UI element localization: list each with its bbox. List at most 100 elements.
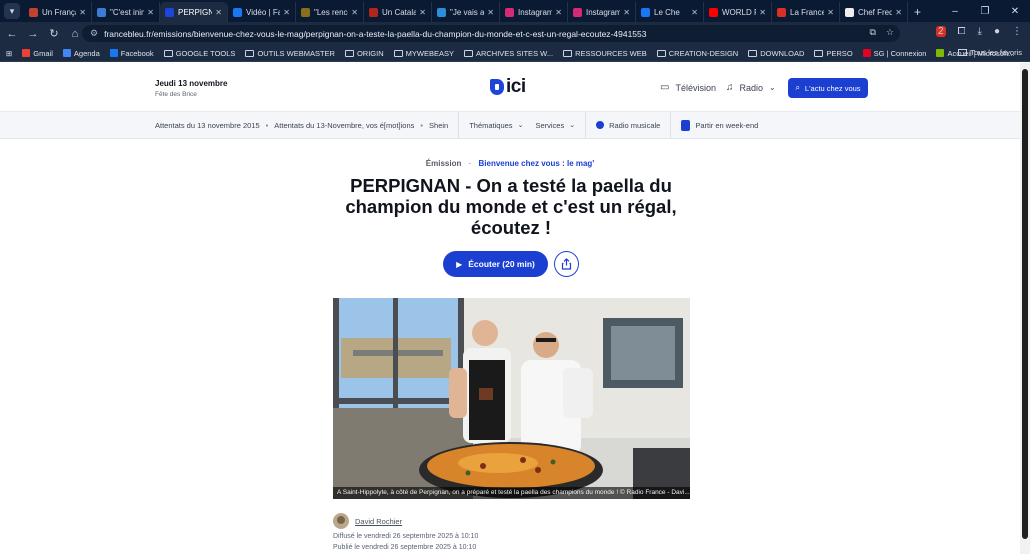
browser-tab[interactable]: Vidéo | Fa ✕ bbox=[228, 2, 296, 22]
extension-icon[interactable]: 2 bbox=[924, 26, 946, 37]
bookmark-item[interactable]: ORIGIN bbox=[344, 49, 384, 58]
browser-tab[interactable]: Chef Fredi ✕ bbox=[840, 2, 908, 22]
folder-icon bbox=[563, 49, 573, 57]
chevron-down-icon: ⌄ bbox=[517, 122, 524, 129]
bookmark-star-icon[interactable]: ☆ bbox=[886, 27, 894, 38]
tab-close-icon[interactable]: ✕ bbox=[623, 8, 630, 17]
bookmark-item[interactable]: GOOGLE TOOLS bbox=[163, 49, 235, 58]
browser-tab[interactable]: Le Che ✕ bbox=[636, 2, 704, 22]
tab-close-icon[interactable]: ✕ bbox=[487, 8, 494, 17]
bookmark-item[interactable]: MYWEBEASY bbox=[393, 49, 454, 58]
tv-link[interactable]: ▭ Télévision bbox=[660, 82, 716, 93]
bookmark-item[interactable]: Facebook bbox=[109, 49, 154, 58]
bookmark-item[interactable]: DOWNLOAD bbox=[748, 49, 804, 58]
install-app-icon[interactable]: ⧉ bbox=[869, 27, 875, 38]
tab-search-button[interactable]: ▾ bbox=[4, 3, 20, 19]
radio-musicale-label: Radio musicale bbox=[609, 120, 661, 130]
browser-tab[interactable]: La France ✕ bbox=[772, 2, 840, 22]
bookmark-item[interactable]: RESSOURCES WEB bbox=[563, 49, 647, 58]
browser-tab[interactable]: "C'est inim ✕ bbox=[92, 2, 160, 22]
thematiques-dropdown[interactable]: Thématiques ⌄ bbox=[469, 121, 523, 130]
cta-label: L'actu chez vous bbox=[804, 83, 861, 93]
author-name[interactable]: David Rochier bbox=[355, 517, 402, 526]
tab-close-icon[interactable]: ✕ bbox=[555, 8, 562, 17]
tab-close-icon[interactable]: ✕ bbox=[759, 8, 766, 17]
header-date: Jeudi 13 novembre bbox=[155, 79, 228, 88]
search-icon: ⌕ bbox=[795, 83, 800, 92]
bookmark-item[interactable]: Gmail bbox=[22, 49, 53, 58]
tab-close-icon[interactable]: ✕ bbox=[419, 8, 426, 17]
browser-tab[interactable]: "Je vais aj ✕ bbox=[432, 2, 500, 22]
show-link[interactable]: Bienvenue chez vous : le mag' bbox=[479, 159, 595, 168]
subnav-link-shein[interactable]: Shein bbox=[429, 121, 448, 130]
bookmark-item[interactable]: ARCHIVES SITES W... bbox=[463, 49, 553, 58]
tab-close-icon[interactable]: ✕ bbox=[283, 8, 290, 17]
tab-close-icon[interactable]: ✕ bbox=[215, 8, 222, 17]
services-dropdown[interactable]: Services ⌄ bbox=[535, 121, 575, 130]
folder-icon bbox=[393, 49, 403, 57]
reload-icon[interactable]: ↻ bbox=[45, 27, 63, 40]
new-tab-button[interactable]: + bbox=[914, 5, 921, 19]
address-bar[interactable]: ⚙ francebleu.fr/emissions/bienvenue-chez… bbox=[82, 25, 900, 42]
tab-close-icon[interactable]: ✕ bbox=[351, 8, 358, 17]
browser-tab[interactable]: PERPIGNA✕ bbox=[160, 2, 228, 22]
chevron-down-icon: ⌄ bbox=[769, 83, 776, 92]
broadcast-date: Diffusé le vendredi 26 septembre 2025 à … bbox=[333, 533, 479, 540]
bookmark-item[interactable]: SG | Connexion bbox=[862, 49, 926, 58]
ici-logo[interactable]: ici bbox=[490, 76, 526, 98]
chevron-down-icon: ⌄ bbox=[569, 122, 576, 129]
browser-tab[interactable]: "Les renco ✕ bbox=[296, 2, 364, 22]
tab-favicon-icon bbox=[777, 7, 786, 17]
radio-musicale-link[interactable]: Radio musicale bbox=[596, 121, 660, 130]
menu-kebab-icon[interactable]: ⋮ bbox=[1012, 26, 1022, 37]
restore-icon[interactable]: ❐ bbox=[970, 6, 1000, 17]
extensions-puzzle-icon[interactable]: ⧠ bbox=[958, 26, 966, 37]
bookmark-item[interactable]: PERSO bbox=[814, 49, 853, 58]
profile-avatar[interactable]: ● bbox=[994, 26, 1000, 37]
scrollbar-thumb[interactable] bbox=[1022, 69, 1028, 539]
tab-title: "C'est inim bbox=[110, 7, 145, 17]
apps-grid-icon[interactable]: ⊞ bbox=[6, 49, 12, 58]
tab-close-icon[interactable]: ✕ bbox=[895, 8, 902, 17]
tab-close-icon[interactable]: ✕ bbox=[79, 8, 86, 17]
tab-close-icon[interactable]: ✕ bbox=[827, 8, 834, 17]
back-icon[interactable]: ← bbox=[3, 28, 21, 40]
browser-tab[interactable]: Instagram ✕ bbox=[500, 2, 568, 22]
partir-weekend-link[interactable]: Partir en week-end bbox=[681, 119, 759, 131]
partir-label: Partir en week-end bbox=[695, 120, 759, 130]
bookmarks-bar: ⊞ Gmail Agenda Facebook GOOGLE TOOLS OUTILS … bbox=[0, 45, 1030, 62]
content-kind: Émission bbox=[425, 159, 462, 168]
all-bookmarks[interactable]: Tous les favoris bbox=[958, 48, 1022, 57]
minimize-icon[interactable]: – bbox=[940, 6, 970, 17]
tab-close-icon[interactable]: ✕ bbox=[691, 8, 698, 17]
forward-icon[interactable]: → bbox=[24, 28, 42, 40]
bookmark-favicon-icon bbox=[22, 49, 31, 57]
page-scrollbar[interactable] bbox=[1020, 63, 1030, 554]
browser-tab[interactable]: Instagram ✕ bbox=[568, 2, 636, 22]
radio-menu[interactable]: ♫ Radio ⌄ bbox=[726, 82, 776, 93]
subnav-link-attentats[interactable]: Attentats du 13 novembre 2015 bbox=[155, 121, 260, 130]
radio-label: Radio bbox=[739, 82, 764, 93]
browser-tab[interactable]: WORLD P ✕ bbox=[704, 2, 772, 22]
share-button[interactable] bbox=[554, 251, 579, 277]
subnav-link-emotions[interactable]: Attentats du 13-Novembre, vos é[mot]ions bbox=[274, 121, 414, 130]
bookmark-item[interactable]: Agenda bbox=[62, 49, 100, 58]
actu-chez-vous-button[interactable]: ⌕ L'actu chez vous bbox=[788, 78, 868, 98]
browser-tab[interactable]: Un Françai✕ bbox=[24, 2, 92, 22]
article-title: PERPIGNAN - On a testé la paella du cham… bbox=[345, 175, 677, 238]
bookmark-item[interactable]: CREATION-DESIGN bbox=[656, 49, 738, 58]
bookmark-item[interactable]: OUTILS WEBMASTER bbox=[245, 49, 335, 58]
tab-favicon-icon bbox=[641, 7, 650, 17]
toolbar-actions: 2 ⧠ ⤓ ● ⋮ bbox=[912, 26, 1022, 37]
downloads-icon[interactable]: ⤓ bbox=[978, 26, 982, 37]
url-text[interactable]: francebleu.fr/emissions/bienvenue-chez-v… bbox=[104, 29, 646, 39]
tab-favicon-icon bbox=[845, 7, 854, 17]
subnav-divider bbox=[458, 111, 460, 139]
browser-toolbar: ← → ↻ ⌂ ⚙ francebleu.fr/emissions/bienve… bbox=[0, 22, 1030, 45]
tab-close-icon[interactable]: ✕ bbox=[147, 8, 154, 17]
listen-button[interactable]: ▶ Écouter (20 min) bbox=[443, 251, 548, 277]
header-saint: Fête des Brice bbox=[155, 91, 197, 98]
close-window-icon[interactable]: ✕ bbox=[1000, 6, 1030, 17]
site-info-icon[interactable]: ⚙ bbox=[90, 28, 98, 39]
browser-tab[interactable]: Un Catala ✕ bbox=[364, 2, 432, 22]
